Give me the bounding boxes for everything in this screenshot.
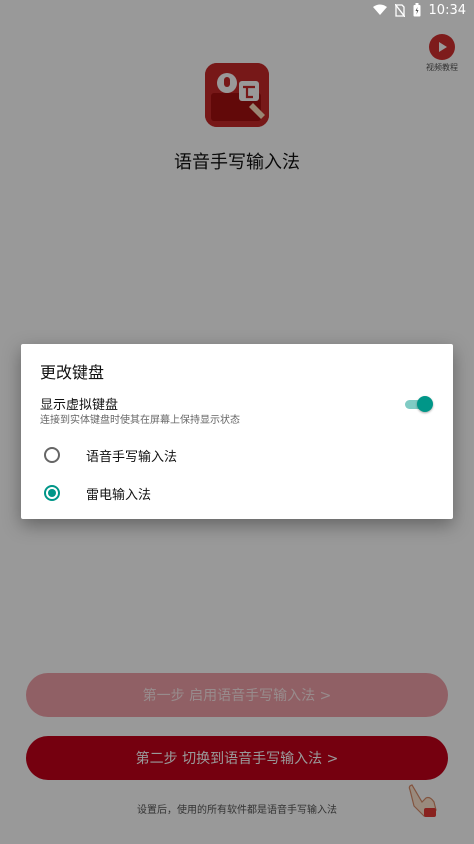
wifi-icon: [372, 4, 387, 16]
dialog-title: 更改键盘: [40, 363, 105, 382]
keyboard-option-label: 雷电输入法: [86, 487, 152, 503]
keyboard-option-leidian[interactable]: 雷电输入法: [21, 475, 453, 511]
status-bar: 10:34: [0, 0, 474, 20]
virtual-keyboard-switch[interactable]: [405, 395, 433, 413]
radio-button-selected[interactable]: [44, 485, 60, 501]
battery-icon: [413, 3, 421, 17]
status-time: 10:34: [428, 2, 466, 18]
radio-button[interactable]: [44, 447, 60, 463]
keyboard-option-label: 语音手写输入法: [86, 449, 178, 465]
change-keyboard-dialog: 更改键盘 显示虚拟键盘 连接到实体键盘时使其在屏幕上保持显示状态 语音手写输入法…: [21, 344, 453, 519]
no-sim-icon: [394, 3, 405, 17]
switch-thumb: [417, 396, 433, 412]
keyboard-option-voice-handwriting[interactable]: 语音手写输入法: [21, 437, 453, 473]
virtual-keyboard-toggle-sublabel: 连接到实体键盘时使其在屏幕上保持显示状态: [40, 415, 240, 426]
